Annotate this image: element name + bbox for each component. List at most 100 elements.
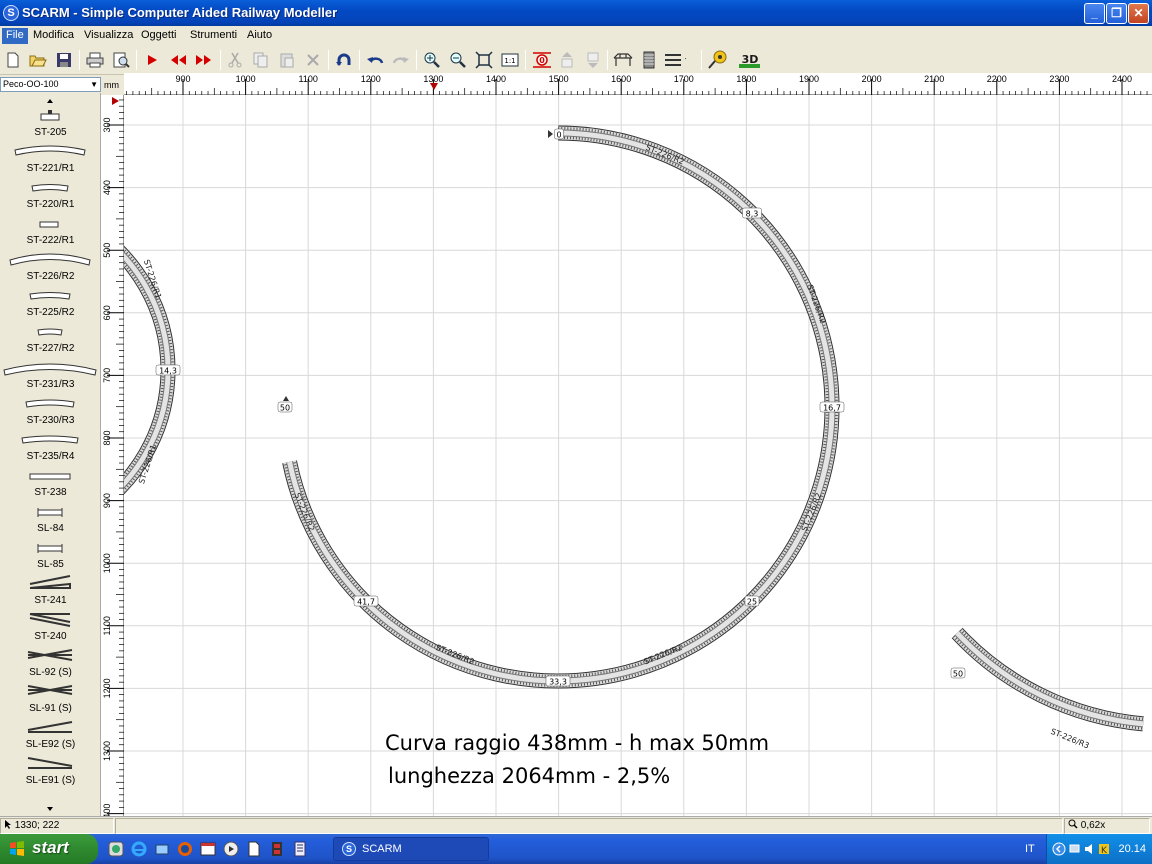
library-item[interactable]: SL-E91 (S)	[0, 754, 100, 790]
cursor-icon	[5, 820, 11, 829]
language-indicator[interactable]: IT	[1025, 843, 1035, 855]
library-item[interactable]: ST-231/R3	[0, 358, 100, 394]
scroll-up-icon[interactable]	[0, 93, 101, 105]
h-ruler-label: 2100	[924, 74, 944, 84]
internet-explorer-icon[interactable]	[131, 841, 147, 857]
library-item[interactable]: ST-230/R3	[0, 394, 100, 430]
track-height-icon[interactable]: 0	[531, 49, 553, 71]
library-item[interactable]: SL-85	[0, 538, 100, 574]
library-item[interactable]: ST-240	[0, 610, 100, 646]
zoom-in-icon[interactable]	[421, 49, 443, 71]
document-icon[interactable]	[246, 841, 262, 857]
print-preview-icon[interactable]	[110, 49, 132, 71]
library-item[interactable]: ST-222/R1	[0, 214, 100, 250]
bridge-icon[interactable]	[612, 49, 634, 71]
h-ruler-label: 1000	[236, 74, 256, 84]
rotate-icon[interactable]	[333, 49, 355, 71]
library-item[interactable]: ST-238	[0, 466, 100, 502]
height-marker: 8,3	[746, 210, 759, 219]
print-icon[interactable]	[84, 49, 106, 71]
library-select[interactable]: Peco-OO-100 ▼	[0, 77, 101, 92]
height-marker: 41,7	[357, 598, 375, 607]
new-icon[interactable]	[2, 49, 24, 71]
library-item-label: ST-238	[34, 487, 67, 498]
redo-icon[interactable]	[390, 49, 412, 71]
track-piece-icon	[29, 292, 71, 300]
network-icon[interactable]	[154, 841, 170, 857]
minimize-button[interactable]: _	[1084, 3, 1105, 24]
clock[interactable]: 20.14	[1118, 843, 1146, 855]
library-item[interactable]: ST-227/R2	[0, 322, 100, 358]
menu-bar: File Modifica Visualizza Oggetti Strumen…	[0, 26, 1152, 45]
title-bar[interactable]: S SCARM - Simple Computer Aided Railway …	[0, 0, 1152, 26]
quicklaunch-app-icon[interactable]	[108, 841, 124, 857]
window-title: SCARM - Simple Computer Aided Railway Mo…	[22, 5, 338, 20]
menu-aiuto[interactable]: Aiuto	[243, 28, 276, 44]
media-player-icon[interactable]	[223, 841, 239, 857]
track-piece-icon	[29, 473, 71, 480]
scroll-down-icon[interactable]	[0, 805, 101, 815]
cursor-coords-text: 1330; 222	[14, 820, 60, 831]
v-ruler-label: 1000	[102, 553, 112, 573]
library-item[interactable]: SL-91 (S)	[0, 682, 100, 718]
left-curve-track[interactable]: 14,3ST-226/R1ST-226/R1	[124, 224, 181, 515]
view-3d-icon[interactable]: 3D	[738, 49, 760, 71]
library-item[interactable]: ST-220/R1	[0, 178, 100, 214]
taskbar-scarm-button[interactable]: S SCARM	[333, 837, 489, 861]
menu-modifica[interactable]: Modifica	[29, 28, 78, 44]
layout-canvas[interactable]: 0 8,3 16,7 25 33,3 41,7 50 ST-226/R2 ST-226/R2 ST…	[124, 95, 1152, 816]
library-item-label: SL-E92 (S)	[25, 739, 76, 750]
notepad-icon[interactable]	[292, 841, 308, 857]
tunnel-icon[interactable]	[638, 49, 660, 71]
menu-strumenti[interactable]: Strumenti	[186, 28, 241, 44]
menu-visualizza[interactable]: Visualizza	[80, 28, 137, 44]
close-button[interactable]: ✕	[1128, 3, 1149, 24]
firefox-icon[interactable]	[177, 841, 193, 857]
delete-icon[interactable]	[302, 49, 324, 71]
lower-icon[interactable]	[582, 49, 604, 71]
copy-icon[interactable]	[250, 49, 272, 71]
annotation-line2[interactable]: lunghezza 2064mm - 2,5%	[388, 764, 670, 788]
library-item[interactable]: ST-226/R2	[0, 250, 100, 286]
track-piece-icon	[37, 544, 63, 553]
library-item[interactable]: ST-241	[0, 574, 100, 610]
library-item[interactable]: ST-221/R1	[0, 142, 100, 178]
undo-icon[interactable]	[364, 49, 386, 71]
library-item[interactable]: ST-205	[0, 106, 100, 142]
select-icon[interactable]	[141, 49, 163, 71]
start-button[interactable]: start	[0, 834, 98, 864]
right-curve-track[interactable]: 50 ST-226/R3	[950, 627, 1144, 750]
main-curve-track[interactable]: 08,316,72533,341,750ST-226/R2ST-226/R2ST…	[277, 125, 845, 689]
tray-expand-icon[interactable]	[1052, 842, 1066, 856]
paste-icon[interactable]	[276, 49, 298, 71]
save-icon[interactable]	[53, 49, 75, 71]
maximize-button[interactable]: ❐	[1106, 3, 1127, 24]
volume-icon[interactable]	[1083, 842, 1097, 856]
network-tray-icon[interactable]	[1069, 842, 1083, 856]
library-item[interactable]: ST-225/R2	[0, 286, 100, 322]
zoom-fit-icon[interactable]	[473, 49, 495, 71]
track-piece-icon	[27, 757, 73, 769]
calendar-icon[interactable]	[200, 841, 216, 857]
layers-icon[interactable]	[664, 49, 686, 71]
move-right-icon[interactable]	[193, 49, 215, 71]
raise-icon[interactable]	[556, 49, 578, 71]
move-left-icon[interactable]	[167, 49, 189, 71]
menu-oggetti[interactable]: Oggetti	[137, 28, 180, 44]
annotation-line1[interactable]: Curva raggio 438mm - h max 50mm	[385, 731, 769, 755]
open-icon[interactable]	[27, 49, 49, 71]
film-icon[interactable]	[269, 841, 285, 857]
height-marker: 25	[747, 598, 757, 607]
app-icon[interactable]: S	[3, 5, 19, 21]
library-item[interactable]: SL-E92 (S)	[0, 718, 100, 754]
library-item[interactable]: SL-84	[0, 502, 100, 538]
measure-icon[interactable]	[706, 49, 728, 71]
library-item[interactable]: SL-92 (S)	[0, 646, 100, 682]
cut-icon[interactable]	[224, 49, 246, 71]
zoom-1to1-icon[interactable]: 1:1	[499, 49, 521, 71]
v-cursor-marker	[112, 97, 119, 105]
zoom-out-icon[interactable]	[447, 49, 469, 71]
library-item[interactable]: ST-235/R4	[0, 430, 100, 466]
security-icon[interactable]: K	[1097, 842, 1111, 856]
menu-file[interactable]: File	[2, 28, 28, 44]
